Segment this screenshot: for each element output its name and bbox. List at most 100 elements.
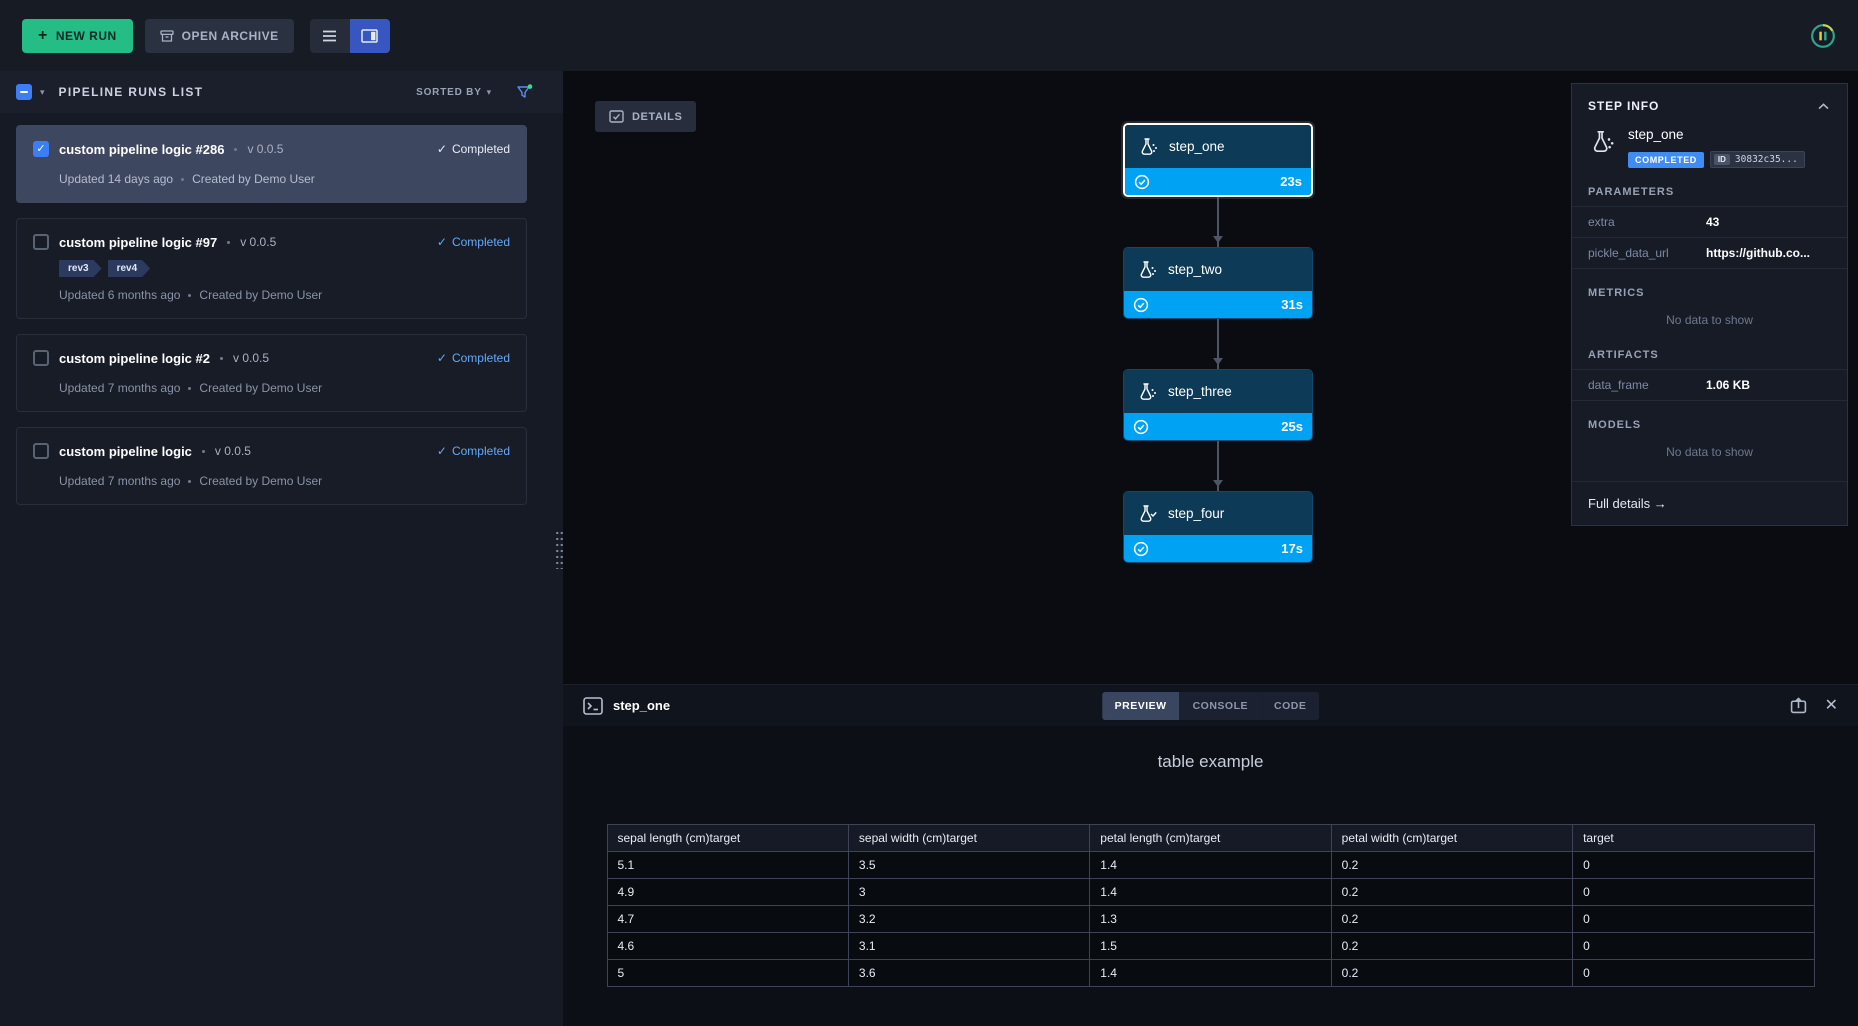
node-name: step_three [1168, 384, 1232, 399]
close-preview-button[interactable]: ✕ [1825, 698, 1838, 714]
run-title: custom pipeline logic #2 [59, 351, 210, 366]
table-header-row: sepal length (cm)targetsepal width (cm)t… [607, 825, 1814, 852]
run-version: v 0.0.5 [215, 444, 251, 458]
table-cell: 5 [607, 960, 848, 987]
table-cell: 0.2 [1331, 906, 1572, 933]
dot-separator [202, 450, 205, 453]
run-updated: Updated 14 days ago [59, 172, 173, 186]
run-card-plain[interactable]: ✓ custom pipeline logic v 0.0.5 ✓Complet… [16, 427, 527, 505]
collapse-panel-button[interactable] [1816, 101, 1831, 112]
table-cell: 0.2 [1331, 960, 1572, 987]
run-checkbox[interactable]: ✓ [33, 234, 49, 250]
run-checkbox[interactable]: ✓ [33, 141, 49, 157]
table-cell: 0 [1573, 960, 1814, 987]
run-status: ✓Completed [437, 142, 510, 156]
select-all-checkbox[interactable]: ✓ [16, 84, 32, 100]
check-icon: ✓ [437, 444, 447, 458]
app-body: ✓ ▾ PIPELINE RUNS LIST SORTED BY ▾ ✓ [0, 71, 1858, 1026]
filter-button[interactable] [516, 84, 533, 100]
run-card-2[interactable]: ✓ custom pipeline logic #2 v 0.0.5 ✓Comp… [16, 334, 527, 412]
open-archive-label: OPEN ARCHIVE [182, 29, 279, 43]
sidebar-resize-handle[interactable] [554, 529, 565, 569]
run-title: custom pipeline logic #97 [59, 235, 217, 250]
details-icon [609, 110, 624, 123]
run-meta: Updated 7 months ago Created by Demo Use… [33, 381, 510, 395]
sidebar-title: PIPELINE RUNS LIST [59, 85, 204, 99]
sorted-by-button[interactable]: SORTED BY ▾ [416, 87, 492, 98]
table-row: 4.931.40.20 [607, 879, 1814, 906]
models-section-title: MODELS [1572, 401, 1847, 439]
dag-node-step-three[interactable]: step_three 25s [1123, 369, 1313, 441]
tag-rev3[interactable]: rev3 [59, 260, 102, 277]
step-flask-icon [1136, 382, 1158, 402]
tag-rev4[interactable]: rev4 [108, 260, 151, 277]
terminal-icon [583, 697, 603, 715]
node-status-bar: 31s [1124, 291, 1312, 318]
run-checkbox[interactable]: ✓ [33, 350, 49, 366]
table-cell: 1.5 [1090, 933, 1331, 960]
table-cell: 0 [1573, 852, 1814, 879]
run-checkbox[interactable]: ✓ [33, 443, 49, 459]
tab-code[interactable]: CODE [1261, 692, 1319, 720]
main-area: DETAILS step_one [563, 71, 1858, 1026]
preview-step-group: step_one [583, 697, 670, 715]
run-version: v 0.0.5 [247, 142, 283, 156]
step-flask-icon [1137, 137, 1159, 157]
dag-edge-arrow [1217, 319, 1219, 369]
node-status-bar: 23s [1125, 168, 1311, 195]
split-view-toggle[interactable] [350, 19, 390, 53]
table-cell: 3.5 [848, 852, 1089, 879]
open-in-new-button[interactable] [1790, 697, 1807, 714]
run-meta: Updated 6 months ago Created by Demo Use… [33, 288, 510, 302]
preview-panel: step_one PREVIEW CONSOLE CODE ✕ [563, 684, 1858, 1026]
run-version: v 0.0.5 [240, 235, 276, 249]
run-title: custom pipeline logic #286 [59, 142, 224, 157]
details-label: DETAILS [632, 111, 682, 123]
dot-separator [188, 387, 191, 390]
full-details-link[interactable]: Full details → [1572, 481, 1847, 525]
new-run-button[interactable]: + NEW RUN [22, 19, 133, 53]
run-id-badge[interactable]: ID 30832c35... [1710, 151, 1805, 168]
check-icon: ✓ [437, 142, 447, 156]
check-icon: ✓ [437, 351, 447, 365]
metrics-empty-state: No data to show [1572, 307, 1847, 331]
indeterminate-dash-icon [20, 91, 28, 93]
split-view-icon [361, 29, 378, 43]
select-dropdown-chevron-icon[interactable]: ▾ [40, 87, 45, 98]
run-updated: Updated 6 months ago [59, 288, 180, 302]
dag-edge-arrow [1217, 441, 1219, 491]
run-created: Created by Demo User [199, 381, 322, 395]
dag-node-step-one[interactable]: step_one 23s [1123, 123, 1313, 197]
table-cell: 4.6 [607, 933, 848, 960]
run-title: custom pipeline logic [59, 444, 192, 459]
dag-edge-arrow [1217, 197, 1219, 247]
parameters-rows: extra 43 pickle_data_url https://github.… [1572, 206, 1847, 269]
run-card-97[interactable]: ✓ custom pipeline logic #97 v 0.0.5 ✓Com… [16, 218, 527, 319]
dag-node-step-two[interactable]: step_two 31s [1123, 247, 1313, 319]
step-flask-icon [1136, 504, 1158, 524]
list-view-toggle[interactable] [310, 19, 350, 53]
tab-preview[interactable]: PREVIEW [1102, 692, 1180, 720]
check-circle-icon [1133, 541, 1149, 557]
dot-separator [188, 294, 191, 297]
dag-canvas[interactable]: DETAILS step_one [563, 71, 1858, 684]
table-cell: 1.4 [1090, 960, 1331, 987]
tab-console[interactable]: CONSOLE [1180, 692, 1261, 720]
check-circle-icon [1134, 174, 1150, 190]
artifacts-section-title: ARTIFACTS [1572, 331, 1847, 369]
open-archive-button[interactable]: OPEN ARCHIVE [145, 19, 294, 53]
table-cell: 5.1 [607, 852, 848, 879]
node-header: step_three [1124, 370, 1312, 413]
metrics-section-title: METRICS [1572, 269, 1847, 307]
run-card-286[interactable]: ✓ custom pipeline logic #286 v 0.0.5 ✓Co… [16, 125, 527, 203]
step-badges: COMPLETED ID 30832c35... [1628, 151, 1805, 168]
parameter-row: pickle_data_url https://github.co... [1572, 238, 1847, 269]
run-card-row: ✓ custom pipeline logic #97 v 0.0.5 ✓Com… [33, 234, 510, 250]
dag-node-step-four[interactable]: step_four 17s [1123, 491, 1313, 563]
pause-indicator-icon[interactable] [1810, 23, 1836, 49]
sorted-by-label: SORTED BY [416, 87, 482, 98]
artifact-row: data_frame 1.06 KB [1572, 370, 1847, 401]
details-button[interactable]: DETAILS [595, 101, 696, 132]
node-duration: 17s [1281, 541, 1303, 556]
step-flask-icon [1588, 129, 1616, 155]
